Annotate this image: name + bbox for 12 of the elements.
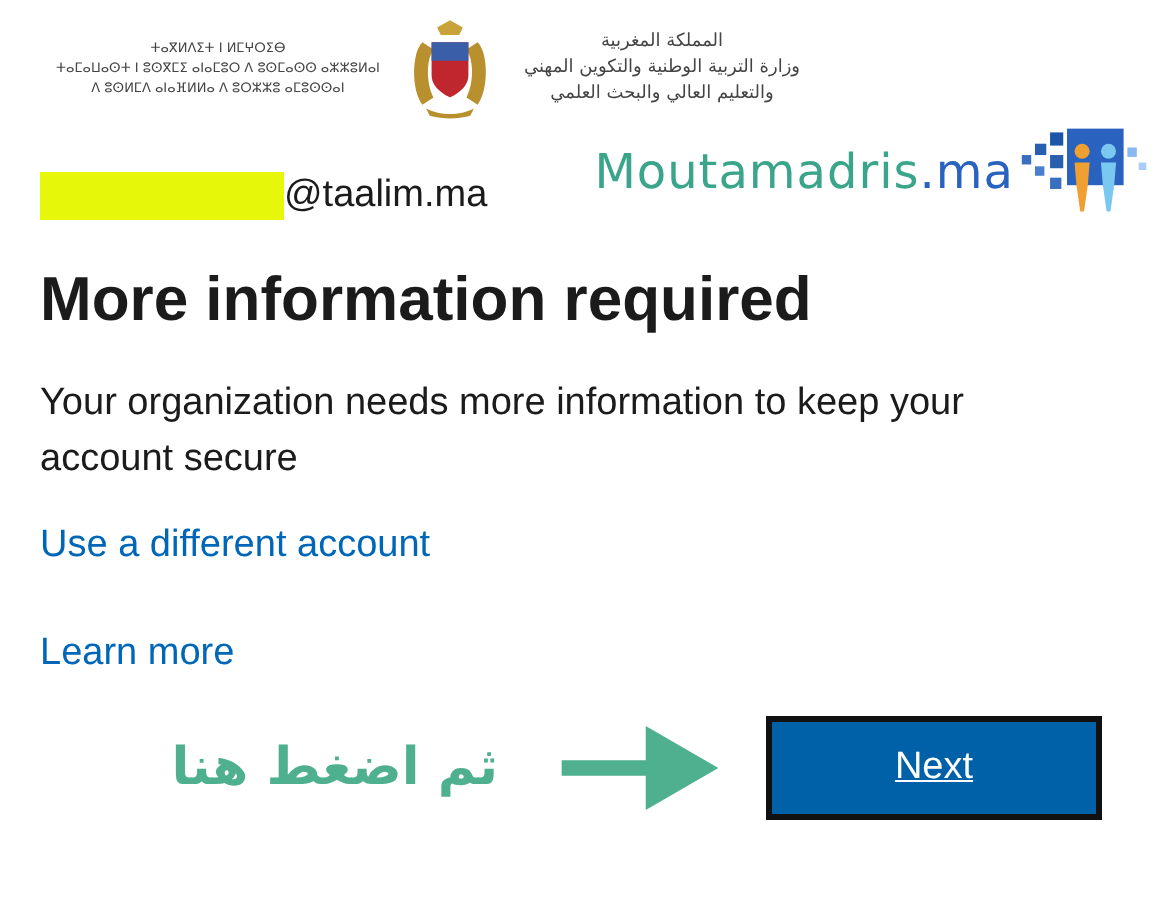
account-email: @taalim.ma [284,174,488,218]
hint-text: ثم اضغط هنا [171,738,498,798]
text-link[interactable]: Learn more [40,632,235,676]
page-title: More information required [40,264,814,336]
logo-text: المملكة المغربية [600,29,724,55]
info-message: Your organization needs more information to keep your account secure [40,380,966,484]
pixel-figures-icon [1018,128,1150,216]
brand-logo-text: Moutamadris.ma [594,144,1014,200]
text-link[interactable]: Use a different account [40,524,431,568]
logo-text: وزارة التربية الوطنية والتكوين المهني [523,55,801,81]
next-button[interactable]: Next [766,716,1102,820]
logo-text: والتعليم العالي والبحث العلمي [550,81,774,107]
